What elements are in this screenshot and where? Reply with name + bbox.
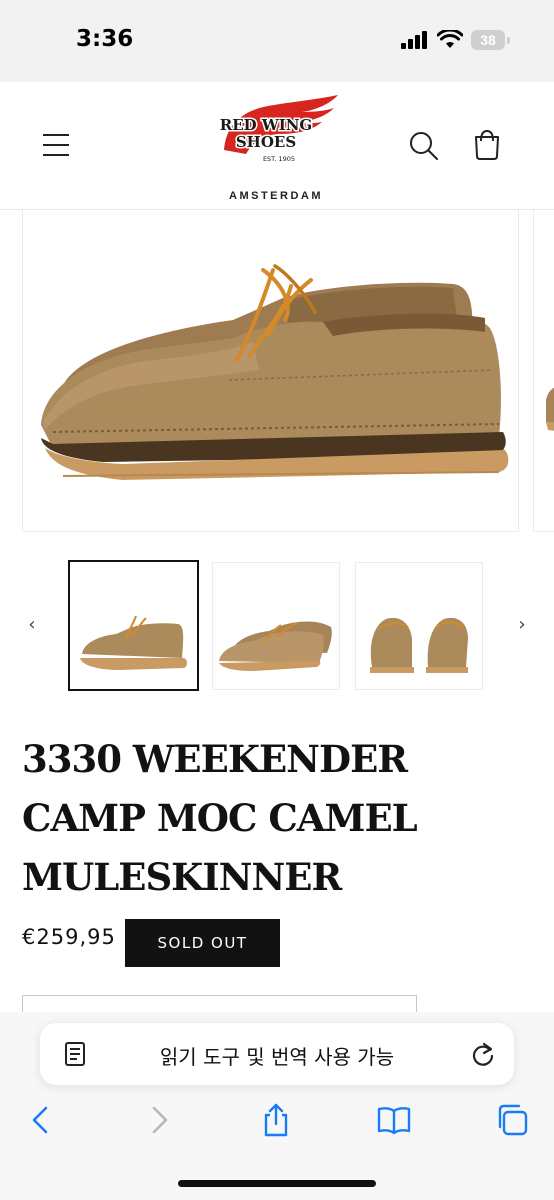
battery-icon: 38 (471, 30, 505, 50)
brand-line1: RED WING (220, 116, 313, 134)
thumbnail-slider: ‹ › (0, 560, 554, 692)
slider-prev-button[interactable]: ‹ (20, 612, 44, 636)
next-image-peek[interactable] (533, 210, 554, 532)
thumbnail-shoe-front-image (370, 617, 468, 673)
slider-next-button[interactable]: › (510, 612, 534, 636)
bookmarks-button[interactable] (376, 1102, 412, 1138)
forward-button[interactable] (142, 1102, 178, 1138)
site-header: RED WING RED WING SHOES SHOES EST. 1905 … (0, 82, 554, 210)
chevron-left-icon: ‹ (28, 613, 36, 635)
thumbnail-shoe-angled-image (219, 621, 332, 671)
sold-out-badge: SOLD OUT (125, 919, 280, 967)
search-button[interactable] (408, 130, 440, 162)
reader-translate-label: 읽기 도구 및 번역 사용 가능 (159, 1045, 395, 1069)
brand-logo[interactable]: RED WING RED WING SHOES SHOES EST. 1905 … (206, 92, 346, 207)
tabs-icon (498, 1104, 528, 1136)
reload-icon[interactable] (470, 1040, 496, 1068)
share-icon (264, 1103, 288, 1137)
status-icons: 38 (401, 30, 510, 50)
wifi-icon (437, 30, 463, 48)
share-button[interactable] (258, 1102, 294, 1138)
status-bar: 3:36 38 (0, 0, 554, 82)
product-title-line: CAMP MOC CAMEL (22, 796, 418, 840)
thumbnail-1[interactable] (68, 560, 199, 691)
cart-button[interactable] (470, 128, 504, 162)
forward-icon (152, 1106, 168, 1134)
home-indicator[interactable] (178, 1180, 376, 1187)
tabs-button[interactable] (494, 1102, 530, 1138)
search-icon (410, 132, 438, 160)
status-time: 3:36 (76, 26, 134, 52)
menu-button[interactable] (40, 132, 72, 158)
bookmarks-icon (377, 1107, 411, 1135)
shoe-peek-image (546, 387, 554, 431)
back-icon (32, 1106, 48, 1134)
cellular-signal-icon (401, 31, 427, 49)
product-price: €259,95 (22, 925, 116, 949)
store-location: AMSTERDAM (229, 190, 323, 202)
menu-icon (43, 134, 69, 136)
battery-level: 38 (480, 32, 496, 48)
brand-est: EST. 1905 (263, 155, 295, 163)
product-title-line: MULESKINNER (22, 855, 342, 899)
back-button[interactable] (22, 1102, 58, 1138)
menu-icon-bar (43, 144, 69, 146)
thumbnail-2[interactable] (212, 562, 340, 690)
thumbnail-3[interactable] (355, 562, 483, 690)
product-main-image[interactable] (22, 210, 519, 532)
cart-icon (475, 129, 499, 160)
product-title-line: 3330 WEEKENDER (22, 737, 408, 781)
battery-cap (507, 36, 510, 44)
reader-translate-bar[interactable]: 읽기 도구 및 번역 사용 가능 (40, 1023, 514, 1085)
wing-logo-icon: RED WING RED WING SHOES SHOES EST. 1905 (218, 95, 338, 163)
menu-icon-bar (43, 154, 69, 156)
chevron-right-icon: › (518, 613, 526, 635)
shoe-pair-image (41, 264, 509, 480)
product-title: 3330 WEEKENDER CAMP MOC CAMEL MULESKINNE… (22, 730, 532, 907)
brand-line2: SHOES (236, 133, 296, 151)
thumbnail-shoe-side-image (80, 615, 187, 670)
